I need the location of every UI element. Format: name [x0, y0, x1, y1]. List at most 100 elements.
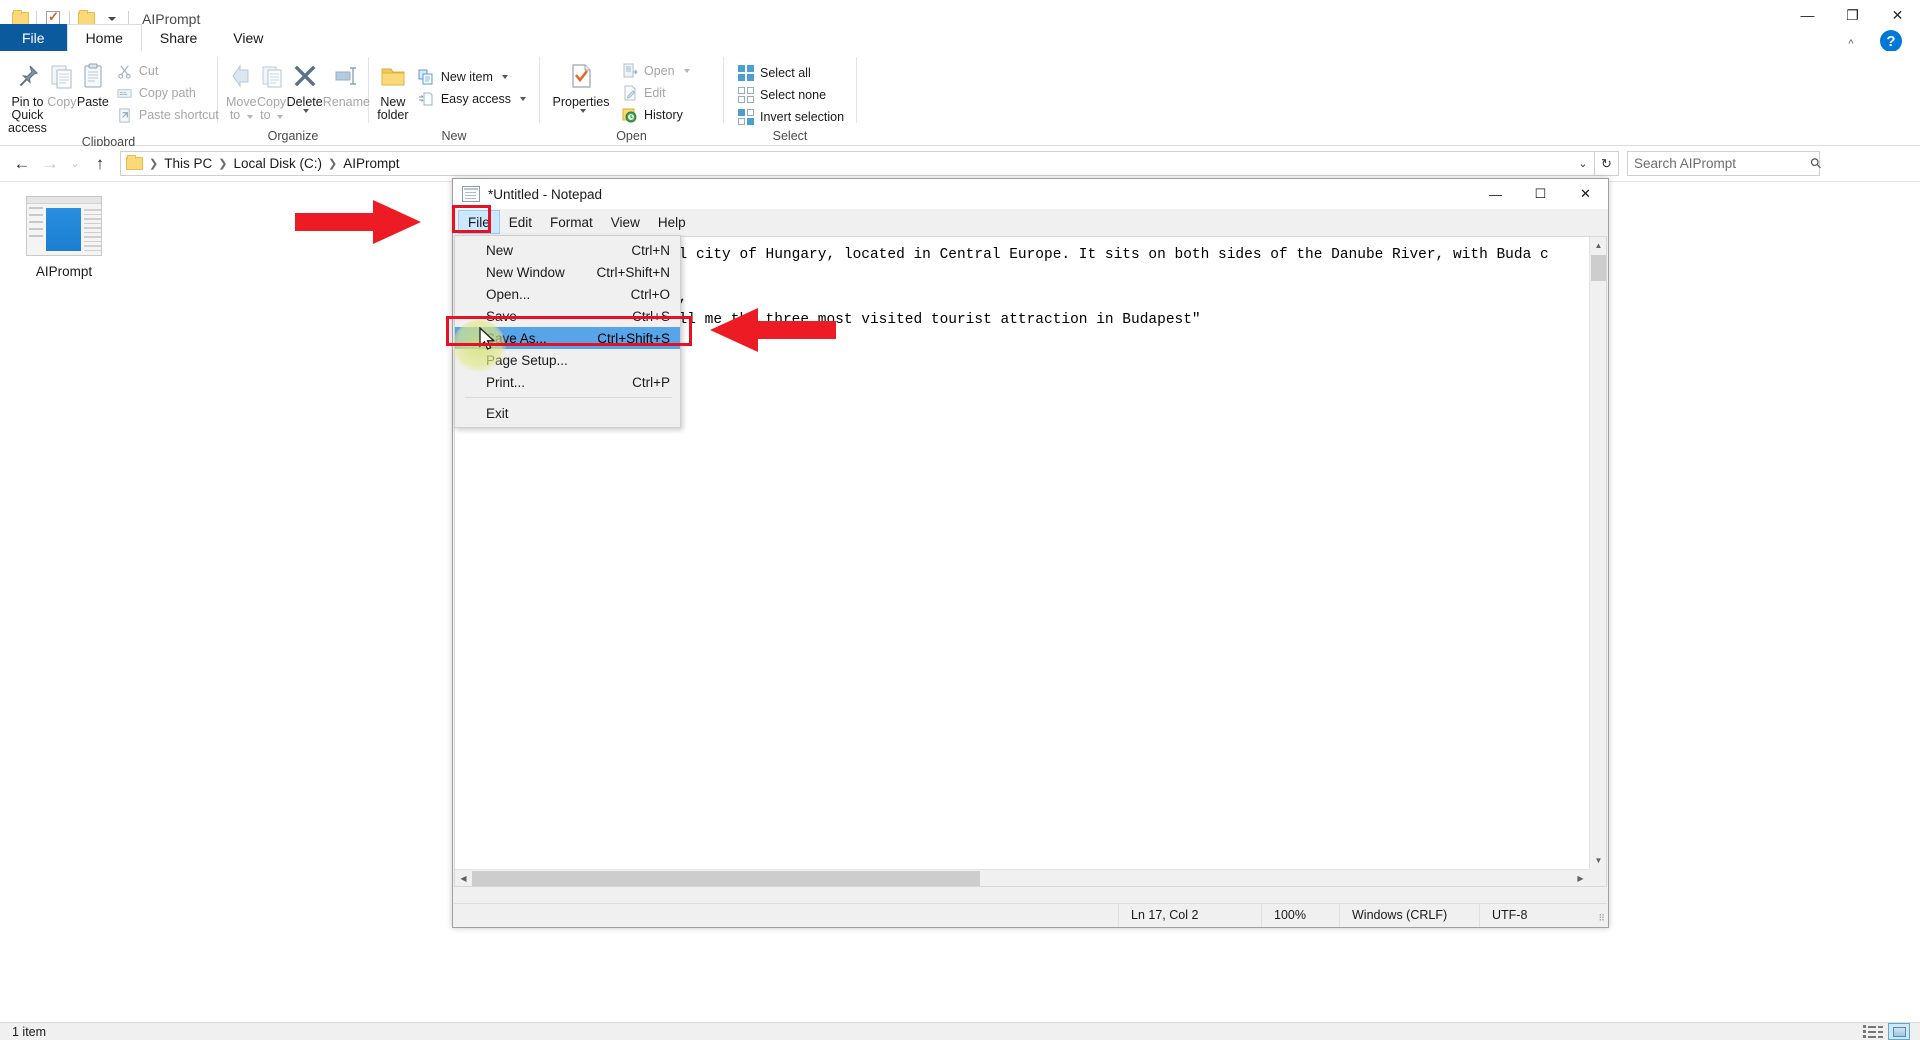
address-bar: ← → ⌄ ↑ ❯ This PC ❯ Local Disk (C:) ❯ AI… [0, 146, 1920, 181]
folder-icon [121, 155, 147, 170]
pin-to-quick-access-button[interactable]: Pin to Quick access [8, 57, 47, 135]
list-item-label: AIPrompt [35, 264, 93, 279]
move-to-button[interactable]: Move to [226, 57, 257, 122]
open-button[interactable]: Open [616, 60, 695, 82]
address-dropdown-icon[interactable]: ⌄ [1572, 152, 1594, 175]
details-view-icon[interactable] [1862, 1023, 1884, 1040]
search-box[interactable]: ⚲ [1627, 151, 1825, 176]
copy-to-button[interactable]: Copy to [257, 57, 287, 122]
tab-file[interactable]: File [0, 24, 67, 51]
menu-item-new-window[interactable]: New Window Ctrl+Shift+N [455, 261, 680, 283]
status-position: Ln 17, Col 2 [1118, 903, 1261, 927]
delete-button[interactable]: Delete [287, 57, 323, 113]
select-all-button[interactable]: Select all [732, 62, 849, 84]
menu-separator [465, 397, 672, 398]
status-zoom: 100% [1261, 903, 1339, 927]
notepad-minimize-button[interactable]: — [1473, 179, 1518, 209]
paste-button[interactable]: Paste [77, 57, 109, 109]
edit-button[interactable]: Edit [616, 82, 695, 104]
rename-label: Rename [322, 95, 370, 109]
minimize-button[interactable]: — [1785, 0, 1830, 30]
tab-view[interactable]: View [215, 24, 281, 51]
ribbon-group-organize: Move to Copy to Delete Rename Organize [218, 51, 370, 146]
select-none-icon [737, 87, 754, 104]
menu-item-label: Print... [486, 374, 526, 390]
menu-item-print[interactable]: Print... Ctrl+P [455, 371, 680, 393]
properties-label: Properties [552, 95, 610, 109]
menu-format[interactable]: Format [541, 210, 602, 234]
invert-selection-button[interactable]: Invert selection [732, 106, 849, 128]
history-button[interactable]: History [616, 104, 695, 126]
resize-grip-icon[interactable]: ⠿ [1591, 904, 1607, 927]
copy-button[interactable]: Copy [47, 57, 77, 109]
refresh-button[interactable]: ↻ [1595, 151, 1619, 176]
move-to-label: Move to [226, 95, 257, 122]
scroll-left-icon[interactable]: ◀ [455, 870, 472, 886]
large-icons-view-icon[interactable] [1888, 1023, 1910, 1040]
edit-icon [621, 85, 638, 102]
forward-button[interactable]: → [36, 150, 64, 178]
new-item-icon [418, 69, 435, 86]
properties-button[interactable]: Properties [548, 57, 614, 113]
list-item[interactable]: AIPrompt [14, 196, 114, 279]
tab-home[interactable]: Home [66, 24, 142, 51]
notepad-maximize-button[interactable]: ☐ [1518, 179, 1563, 209]
vertical-scroll-thumb[interactable] [1591, 255, 1606, 281]
status-line-ending: Windows (CRLF) [1339, 903, 1479, 927]
scissors-icon [116, 63, 133, 80]
menu-view[interactable]: View [602, 210, 649, 234]
menu-item-accelerator: Ctrl+Shift+S [597, 330, 670, 346]
maximize-button[interactable]: ❐ [1830, 0, 1875, 30]
chevron-down-icon [501, 75, 508, 79]
menu-item-label: Open... [486, 286, 531, 302]
menu-item-accelerator: Ctrl+O [630, 286, 670, 302]
back-button[interactable]: ← [8, 150, 36, 178]
notepad-title: *Untitled - Notepad [488, 186, 603, 202]
pin-icon [12, 59, 42, 93]
menu-item-exit[interactable]: Exit [455, 402, 680, 424]
search-input[interactable] [1634, 156, 1811, 171]
menu-edit[interactable]: Edit [500, 210, 541, 234]
recent-locations-button[interactable]: ⌄ [64, 150, 86, 178]
notepad-menu-bar: File New Ctrl+N New Window Ctrl+Shift+N … [453, 209, 1608, 428]
rename-button[interactable]: Rename [323, 57, 370, 109]
scroll-right-icon[interactable]: ▶ [1572, 870, 1589, 886]
scroll-up-icon[interactable]: ▲ [1590, 237, 1606, 254]
notepad-close-button[interactable]: ✕ [1563, 179, 1608, 209]
scroll-down-icon[interactable]: ▼ [1590, 852, 1606, 869]
cut-button[interactable]: Cut [111, 60, 224, 82]
select-none-label: Select none [760, 88, 827, 102]
tab-share[interactable]: Share [142, 24, 215, 51]
edit-label: Edit [644, 86, 666, 100]
group-label-organize: Organize [267, 129, 319, 143]
copy-path-label: Copy path [138, 86, 196, 100]
ribbon-group-new: New folder New item Easy access New [369, 51, 539, 146]
history-icon [621, 107, 638, 124]
horizontal-scrollbar[interactable]: ◀ ▶ [455, 869, 1589, 886]
explorer-title-bar: AIPrompt — ❐ ✕ [0, 0, 1920, 37]
menu-item-new[interactable]: New Ctrl+N [455, 239, 680, 261]
menu-file[interactable]: File [458, 210, 500, 234]
select-none-button[interactable]: Select none [732, 84, 849, 106]
breadcrumb-this-pc[interactable]: This PC [160, 156, 216, 171]
horizontal-scroll-thumb[interactable] [472, 871, 980, 886]
vertical-scrollbar[interactable]: ▲ ▼ [1589, 237, 1606, 869]
chevron-down-icon [277, 115, 284, 119]
properties-icon [566, 59, 596, 93]
chevron-down-icon [683, 69, 690, 73]
breadcrumb-aiprompt[interactable]: AIPrompt [339, 156, 403, 171]
breadcrumb-local-disk[interactable]: Local Disk (C:) [229, 156, 326, 171]
easy-access-button[interactable]: Easy access [413, 88, 531, 110]
new-folder-button[interactable]: New folder [377, 57, 409, 122]
close-button[interactable]: ✕ [1875, 0, 1920, 30]
menu-item-open[interactable]: Open... Ctrl+O [455, 283, 680, 305]
notepad-window: *Untitled - Notepad — ☐ ✕ File New Ctrl+… [452, 178, 1609, 928]
address-path-input[interactable]: ❯ This PC ❯ Local Disk (C:) ❯ AIPrompt ⌄ [120, 151, 1595, 176]
menu-help[interactable]: Help [649, 210, 695, 234]
paste-shortcut-button[interactable]: Paste shortcut [111, 104, 224, 126]
up-button[interactable]: ↑ [86, 150, 114, 178]
copy-path-button[interactable]: Copy path [111, 82, 224, 104]
new-item-button[interactable]: New item [413, 66, 531, 88]
open-label: Open [644, 64, 675, 78]
group-label-select: Select [772, 129, 808, 143]
